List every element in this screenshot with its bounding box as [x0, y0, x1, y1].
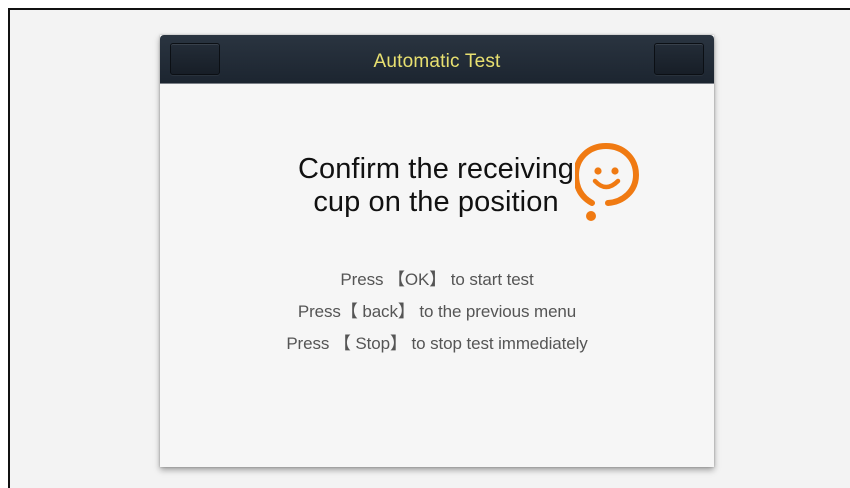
dialog-titlebar: Automatic Test: [160, 35, 714, 83]
smiley-question-mark-icon: [575, 143, 639, 221]
automatic-test-dialog: Automatic Test Confirm the receiving cup…: [160, 35, 714, 467]
screen: Automatic Test Confirm the receiving cup…: [8, 8, 850, 488]
instruction-ok: Press 【OK】 to start test: [340, 270, 534, 289]
dialog-title: Automatic Test: [373, 51, 501, 72]
titlebar-right-button[interactable]: [654, 43, 704, 75]
instruction-back: Press【 back】 to the previous menu: [297, 302, 577, 321]
instruction-stop: Press 【 Stop】 to stop test immediately: [286, 334, 588, 353]
